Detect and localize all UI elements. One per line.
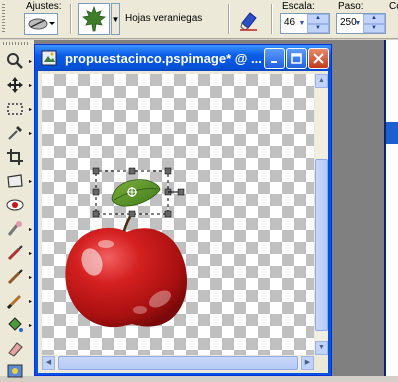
- vertical-scroll-thumb[interactable]: [315, 159, 328, 331]
- brush-tool[interactable]: ▸: [2, 290, 32, 312]
- red-eye-tool[interactable]: [2, 194, 28, 216]
- document-titlebar[interactable]: propuestacinco.pspimage* @ ...: [35, 45, 331, 71]
- selection-icon: [7, 103, 23, 115]
- picture-tube-thumbnail[interactable]: [78, 3, 110, 35]
- transform-handle: [92, 210, 100, 218]
- document-title: propuestacinco.pspimage* @ ...: [65, 51, 262, 66]
- scroll-left-button[interactable]: ◀: [42, 356, 55, 370]
- step-input[interactable]: 250 ▼ ▲ ▼: [336, 13, 386, 34]
- toolbar-grip[interactable]: [3, 42, 29, 45]
- rotation-handle: [177, 188, 185, 196]
- eraser-icon: [240, 12, 257, 31]
- minimize-icon: [270, 60, 277, 63]
- retouch-tool[interactable]: ▸: [2, 266, 32, 288]
- brush-preset-icon: [28, 18, 55, 30]
- transform-handle: [92, 188, 100, 196]
- close-button[interactable]: [308, 48, 329, 69]
- minimize-button[interactable]: [264, 48, 285, 69]
- deform-icon: [7, 174, 23, 188]
- apple-image: [65, 216, 188, 328]
- scroll-up-button[interactable]: ▲: [315, 74, 328, 88]
- spin-up-icon[interactable]: ▲: [363, 14, 385, 24]
- image-canvas[interactable]: [42, 74, 314, 355]
- dropper-icon: [8, 126, 22, 140]
- transform-handle: [128, 210, 136, 218]
- scroll-down-button[interactable]: ▼: [315, 341, 328, 355]
- tool-options-bar: Ajustes: ▼ Hojas veraniegas Escala: 46 ▼…: [0, 0, 398, 39]
- step-label: Paso:: [338, 1, 364, 12]
- fill-icon: [8, 317, 23, 332]
- eraser-button[interactable]: [237, 8, 261, 32]
- tools-toolbar: ▸ ▸ ▸ ▸ ▸ ▸ ▸ ▸ ▸ ▸: [0, 40, 34, 378]
- eraser-tool-icon: [8, 342, 23, 357]
- color-label: Co: [389, 1, 398, 12]
- document-icon: [41, 50, 57, 66]
- canvas-artwork: [65, 167, 188, 328]
- maple-leaf-icon: [82, 5, 106, 32]
- scale-value: 46: [284, 17, 296, 28]
- background-document-window[interactable]: [384, 40, 398, 376]
- chevron-down-icon[interactable]: ▼: [353, 14, 363, 33]
- scroll-right-button[interactable]: ▶: [301, 356, 314, 370]
- picture-tube-name: Hojas veraniegas: [125, 13, 203, 24]
- chevron-down-icon[interactable]: ▼: [111, 3, 120, 35]
- fill-tool[interactable]: ▸: [2, 314, 32, 336]
- makeover-tool[interactable]: ▸: [2, 218, 32, 240]
- separator: [70, 4, 72, 34]
- picture-tube-icon: [7, 364, 23, 378]
- separator: [228, 4, 230, 34]
- transform-handle: [164, 210, 172, 218]
- background-window-titlebar[interactable]: [386, 122, 398, 144]
- transform-handle: [164, 167, 172, 175]
- deform-tool[interactable]: ▸: [2, 170, 32, 192]
- document-window: propuestacinco.pspimage* @ ... ▲ ▼ ◀ ▶: [34, 44, 332, 376]
- transform-handle: [92, 167, 100, 175]
- makeover-icon: [7, 221, 22, 236]
- scale-label: Escala:: [282, 1, 315, 12]
- zoom-icon: [7, 53, 23, 69]
- move-icon: [7, 77, 23, 93]
- brush-icon: [6, 294, 22, 310]
- horizontal-scroll-thumb[interactable]: [58, 356, 298, 370]
- move-tool[interactable]: ▸: [2, 74, 32, 96]
- horizontal-scrollbar[interactable]: ◀ ▶: [42, 356, 314, 370]
- retouch-icon: [7, 269, 23, 285]
- presets-label: Ajustes:: [26, 1, 62, 12]
- maximize-button[interactable]: [286, 48, 307, 69]
- app-icon[interactable]: [41, 50, 57, 66]
- chevron-down-icon[interactable]: ▼: [297, 14, 307, 33]
- transform-handle: [128, 167, 136, 175]
- maximize-icon: [291, 53, 302, 64]
- spin-down-icon[interactable]: ▼: [307, 23, 329, 33]
- eraser-tool[interactable]: [2, 338, 28, 360]
- vertical-scrollbar[interactable]: ▲ ▼: [315, 74, 328, 355]
- crop-tool[interactable]: [2, 146, 28, 168]
- dropper-tool[interactable]: ▸: [2, 122, 32, 144]
- red-eye-icon: [6, 199, 24, 211]
- document-frame: ▲ ▼ ◀ ▶: [38, 71, 328, 373]
- clone-icon: [7, 245, 23, 261]
- preset-selector[interactable]: [24, 13, 58, 35]
- separator: [271, 4, 273, 34]
- crop-icon: [7, 149, 23, 165]
- toolbar-grip[interactable]: [2, 4, 5, 34]
- spin-up-icon[interactable]: ▲: [307, 14, 329, 24]
- spin-down-icon[interactable]: ▼: [363, 23, 385, 33]
- close-icon: [313, 53, 324, 64]
- zoom-tool[interactable]: ▸: [2, 50, 32, 72]
- selection-tool[interactable]: ▸: [2, 98, 32, 120]
- scale-input[interactable]: 46 ▼ ▲ ▼: [280, 13, 330, 34]
- picture-tube-tool[interactable]: [2, 360, 28, 382]
- clone-tool[interactable]: ▸: [2, 242, 32, 264]
